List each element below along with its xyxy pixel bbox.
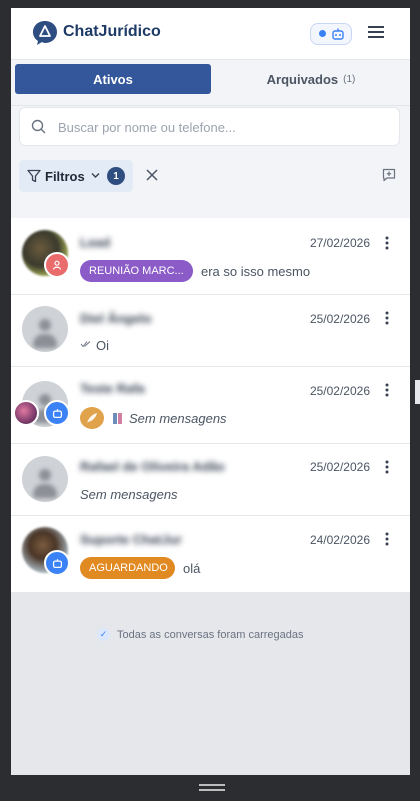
filters-count-badge: 1: [107, 167, 125, 185]
message-preview: Sem mensagens: [129, 411, 227, 426]
search-filter-area: Filtros 1: [11, 106, 410, 218]
feather-icon: [80, 407, 104, 429]
contact-name: Rafael de Oliveira Adão: [80, 459, 225, 474]
more-options-icon[interactable]: [385, 311, 389, 325]
app-title: ChatJurídico: [63, 23, 161, 40]
avatar: [22, 456, 68, 502]
conversation-tabs: Ativos Arquivados (1): [11, 60, 410, 106]
new-conversation-icon[interactable]: [382, 168, 396, 182]
contact-name: Suporte ChatJur: [80, 532, 182, 547]
app-header: ChatJurídico: [11, 8, 410, 60]
conversation-row[interactable]: Diel Ângelo 25/02/2026 Oi: [11, 295, 410, 367]
user-badge-icon: [44, 252, 70, 278]
conversation-list: Lead 27/02/2026 REUNIÃO MARC... era so i…: [11, 218, 410, 593]
check-circle-icon: ✓: [97, 628, 110, 641]
bot-icon: [332, 28, 344, 40]
conversation-row[interactable]: Rafael de Oliveira Adão 25/02/2026 Sem m…: [11, 444, 410, 516]
conversation-date: 27/02/2026: [309, 236, 370, 250]
bot-badge-icon: [44, 400, 70, 426]
resize-handle-icon[interactable]: [199, 784, 225, 792]
tab-archived-label: Arquivados: [266, 71, 339, 87]
conversation-date: 25/02/2026: [309, 312, 370, 326]
more-options-icon[interactable]: [385, 532, 389, 546]
contact-name: Lead: [80, 235, 111, 250]
contact-name: Teste Rafa: [80, 381, 145, 396]
conversation-date: 25/02/2026: [309, 384, 370, 398]
message-preview: Sem mensagens: [80, 487, 178, 502]
status-tag: REUNIÃO MARC...: [80, 260, 193, 282]
agent-avatar: [13, 400, 39, 426]
conversation-date: 24/02/2026: [309, 533, 370, 547]
status-tag: AGUARDANDO: [80, 557, 175, 579]
conversation-date: 25/02/2026: [309, 460, 370, 474]
search-icon: [31, 119, 46, 134]
search-box: [19, 107, 400, 147]
scrollbar-handle[interactable]: [415, 380, 420, 404]
conversation-row[interactable]: Lead 27/02/2026 REUNIÃO MARC... era so i…: [11, 218, 410, 295]
flag-stripe-1: [113, 413, 117, 424]
more-options-icon[interactable]: [385, 460, 389, 474]
message-preview: era so isso mesmo: [201, 264, 311, 279]
conversation-row[interactable]: Teste Rafa 25/02/2026 Sem mensagens: [11, 367, 410, 444]
clear-filters-icon[interactable]: [146, 169, 158, 181]
contact-name: Diel Ângelo: [80, 311, 152, 326]
filters-label: Filtros: [45, 169, 85, 184]
avatar: [22, 306, 68, 352]
hamburger-menu-icon[interactable]: [368, 25, 384, 39]
tab-archived[interactable]: Arquivados (1): [216, 64, 406, 94]
conversation-row[interactable]: Suporte ChatJur 24/02/2026 AGUARDANDO ol…: [11, 516, 410, 593]
tab-active[interactable]: Ativos: [15, 64, 211, 94]
search-input[interactable]: [56, 108, 390, 147]
flag-stripe-2: [118, 413, 122, 424]
toggle-dot: [319, 30, 326, 37]
app-logo-icon: [33, 21, 57, 45]
chat-panel: ChatJurídico Ativos Arquivados (1) Busca…: [11, 8, 410, 775]
tab-archived-count: (1): [343, 73, 356, 85]
message-preview: Oi: [96, 338, 109, 353]
more-options-icon[interactable]: [385, 236, 389, 250]
filters-button[interactable]: Filtros 1: [19, 160, 133, 192]
bot-badge-icon: [44, 550, 70, 576]
all-loaded-note: ✓ Todas as conversas foram carregadas: [97, 628, 303, 641]
filter-icon: [27, 169, 41, 183]
all-loaded-text: Todas as conversas foram carregadas: [117, 628, 304, 641]
chevron-down-icon: [91, 173, 100, 178]
message-preview: olá: [183, 561, 201, 576]
ai-mode-toggle[interactable]: [310, 23, 352, 45]
more-options-icon[interactable]: [385, 383, 389, 397]
read-check-icon: [80, 341, 91, 348]
